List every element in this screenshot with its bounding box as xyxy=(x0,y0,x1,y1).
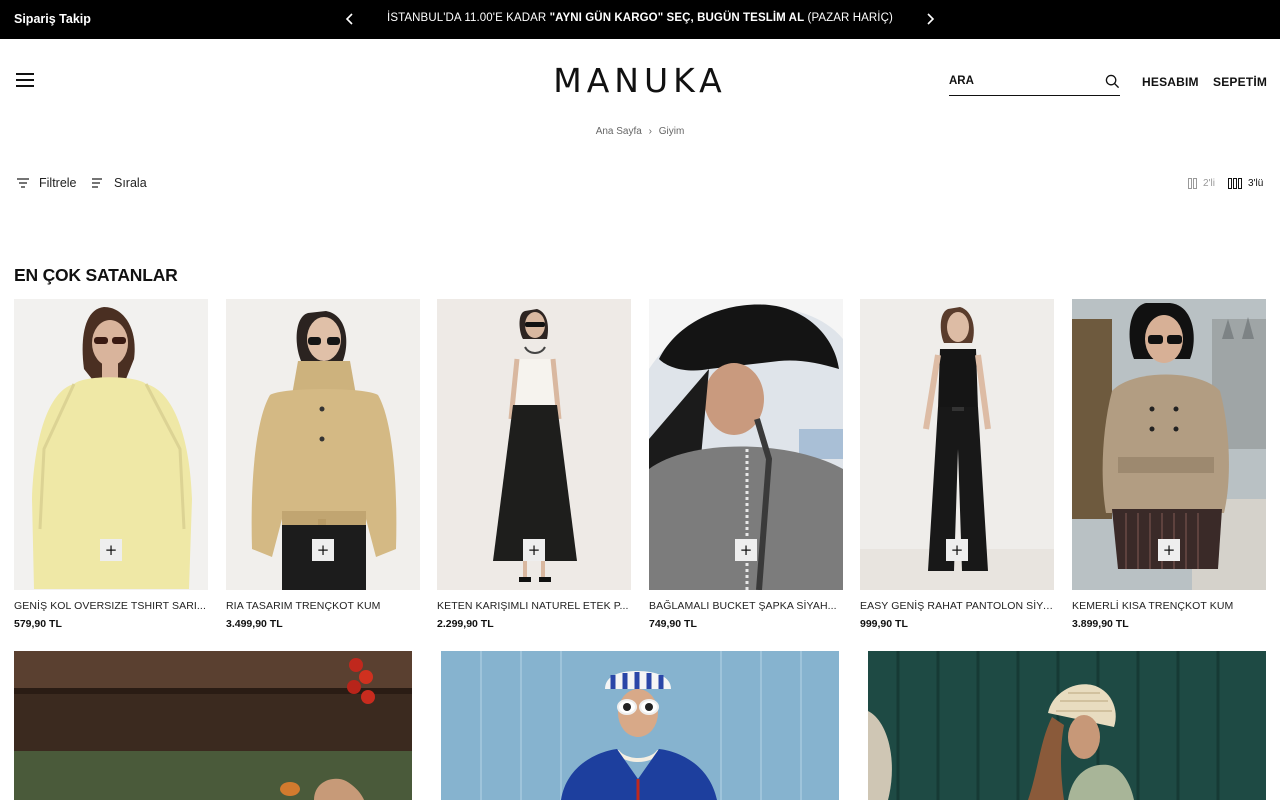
product-price: 2.299,90 TL xyxy=(437,618,494,630)
grid-three-label: 3'lü xyxy=(1248,178,1264,189)
product-price: 3.499,90 TL xyxy=(226,618,283,630)
breadcrumb-home[interactable]: Ana Sayfa xyxy=(596,126,642,137)
filter-icon xyxy=(17,178,29,188)
filter-label: Filtrele xyxy=(39,176,77,190)
product-price: 3.899,90 TL xyxy=(1072,618,1129,630)
chevron-right-icon[interactable] xyxy=(922,11,938,27)
quick-add-button[interactable]: + xyxy=(1158,539,1180,561)
grid-two-label: 2'li xyxy=(1203,178,1215,189)
section-title: EN ÇOK SATANLAR xyxy=(14,265,178,285)
product-grid: + GENİŞ KOL OVERSIZE TSHIRT SARI... 579,… xyxy=(14,299,1266,639)
campaign-banner[interactable] xyxy=(868,651,1266,800)
hamburger-menu-icon[interactable] xyxy=(16,73,34,87)
quick-add-button[interactable]: + xyxy=(523,539,545,561)
product-card[interactable]: + EASY GENİŞ RAHAT PANTOLON SİYA... 999,… xyxy=(860,299,1054,639)
campaign-banner[interactable] xyxy=(441,651,839,800)
product-card[interactable]: + KETEN KARIŞIMLI NATUREL ETEK P... 2.29… xyxy=(437,299,631,639)
sort-label: Sırala xyxy=(114,176,147,190)
product-price: 579,90 TL xyxy=(14,618,62,630)
product-card[interactable]: + GENİŞ KOL OVERSIZE TSHIRT SARI... 579,… xyxy=(14,299,208,639)
cart-link[interactable]: SEPETİM xyxy=(1213,75,1267,89)
announcement-text: İSTANBUL'DA 11.00'E KADAR "AYNI GÜN KARG… xyxy=(372,12,908,24)
breadcrumb: Ana Sayfa › Giyim xyxy=(0,126,1280,137)
search-box xyxy=(949,69,1120,96)
product-name[interactable]: KEMERLİ KISA TRENÇKOT KUM xyxy=(1072,600,1266,612)
quick-add-button[interactable]: + xyxy=(735,539,757,561)
filter-button[interactable]: Filtrele xyxy=(16,176,77,190)
product-name[interactable]: GENİŞ KOL OVERSIZE TSHIRT SARI... xyxy=(14,600,208,612)
search-icon[interactable] xyxy=(1105,74,1120,89)
campaign-banners xyxy=(14,651,1266,800)
quick-add-button[interactable]: + xyxy=(946,539,968,561)
search-input[interactable] xyxy=(949,69,1089,87)
quick-add-button[interactable]: + xyxy=(100,539,122,561)
sort-button[interactable]: Sırala xyxy=(91,176,147,190)
announcement-bar: Sipariş Takip İSTANBUL'DA 11.00'E KADAR … xyxy=(0,0,1280,39)
product-name[interactable]: RIA TASARIM TRENÇKOT KUM xyxy=(226,600,420,612)
chevron-right-icon: › xyxy=(648,126,652,137)
product-card[interactable]: + BAĞLAMALI BUCKET ŞAPKA SİYAH... 749,90… xyxy=(649,299,843,639)
announcement-prefix: İSTANBUL'DA 11.00'E KADAR xyxy=(387,12,550,24)
grid-two-columns-toggle[interactable]: 2'li xyxy=(1188,178,1215,189)
chevron-left-icon[interactable] xyxy=(342,11,358,27)
product-card[interactable]: + RIA TASARIM TRENÇKOT KUM 3.499,90 TL xyxy=(226,299,420,639)
site-header: MANUKA HESABIM SEPETİM xyxy=(0,39,1280,119)
product-name[interactable]: KETEN KARIŞIMLI NATUREL ETEK P... xyxy=(437,600,631,612)
quick-add-button[interactable]: + xyxy=(312,539,334,561)
account-link[interactable]: HESABIM xyxy=(1142,75,1199,89)
announcement-suffix: (PAZAR HARİÇ) xyxy=(804,12,893,24)
product-price: 749,90 TL xyxy=(649,618,697,630)
order-tracking-link[interactable]: Sipariş Takip xyxy=(14,12,91,26)
three-column-icon xyxy=(1228,178,1242,189)
listing-toolbar: Filtrele Sırala 2'li 3'lü xyxy=(0,176,1280,194)
sort-icon xyxy=(92,178,102,188)
announcement-bold: "AYNI GÜN KARGO" SEÇ, BUGÜN TESLİM AL xyxy=(549,12,805,24)
brand-logo[interactable]: MANUKA xyxy=(540,61,740,100)
two-column-icon xyxy=(1188,178,1197,189)
grid-three-columns-toggle[interactable]: 3'lü xyxy=(1228,178,1263,189)
product-card[interactable]: + KEMERLİ KISA TRENÇKOT KUM 3.899,90 TL xyxy=(1072,299,1266,639)
product-name[interactable]: EASY GENİŞ RAHAT PANTOLON SİYA... xyxy=(860,600,1054,612)
campaign-banner[interactable] xyxy=(14,651,412,800)
product-name[interactable]: BAĞLAMALI BUCKET ŞAPKA SİYAH... xyxy=(649,600,843,612)
breadcrumb-current: Giyim xyxy=(658,126,685,137)
product-price: 999,90 TL xyxy=(860,618,908,630)
